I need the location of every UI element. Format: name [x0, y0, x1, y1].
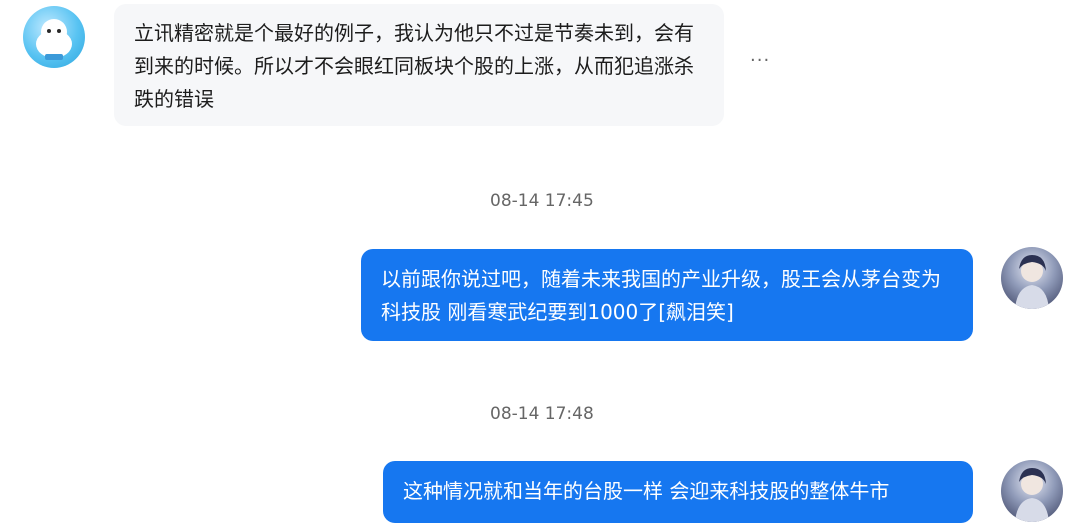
message-timestamp: 08-14 17:45 — [490, 191, 594, 211]
more-dots-icon[interactable]: ··· — [750, 50, 770, 71]
outgoing-message-text: 以前跟你说过吧，随着未来我国的产业升级，股王会从茅台变为科技股 刚看寒武纪要到1… — [381, 267, 941, 324]
outgoing-message-bubble[interactable]: 以前跟你说过吧，随着未来我国的产业升级，股王会从茅台变为科技股 刚看寒武纪要到1… — [361, 249, 973, 341]
message-timestamp: 08-14 17:48 — [490, 404, 594, 424]
contact-avatar[interactable] — [23, 6, 85, 68]
user-photo-avatar-icon — [1015, 255, 1049, 309]
outgoing-message-text: 这种情况就和当年的台股一样 会迎来科技股的整体牛市 — [403, 479, 890, 503]
user-avatar[interactable] — [1001, 247, 1063, 309]
incoming-message-text: 立讯精密就是个最好的例子，我认为他只不过是节奏未到，会有到来的时候。所以才不会眼… — [134, 21, 694, 111]
cartoon-avatar-icon — [36, 19, 72, 60]
incoming-message-bubble[interactable]: 立讯精密就是个最好的例子，我认为他只不过是节奏未到，会有到来的时候。所以才不会眼… — [114, 4, 724, 126]
outgoing-message-bubble[interactable]: 这种情况就和当年的台股一样 会迎来科技股的整体牛市 — [383, 461, 973, 523]
user-avatar[interactable] — [1001, 460, 1063, 522]
user-photo-avatar-icon — [1015, 468, 1049, 522]
